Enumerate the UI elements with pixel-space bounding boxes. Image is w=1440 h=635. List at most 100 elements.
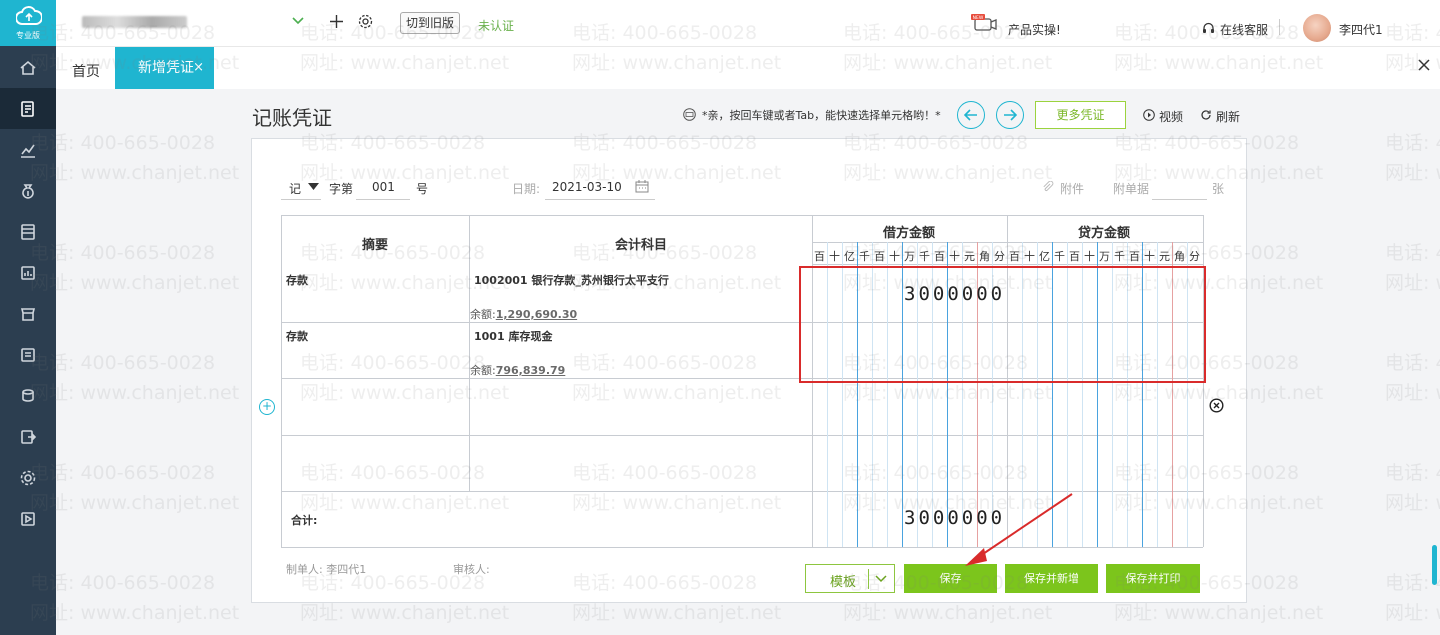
col-debit-header: 借方金额 xyxy=(883,226,936,241)
unit-label: 十 xyxy=(949,250,960,263)
home-icon[interactable] xyxy=(0,47,56,88)
caret-down-icon[interactable] xyxy=(308,183,319,190)
unit-label: 百 xyxy=(1129,250,1140,263)
attached-count-input[interactable] xyxy=(1152,199,1207,200)
template-dropdown[interactable]: 模板 xyxy=(805,564,895,593)
settings-icon[interactable] xyxy=(0,457,56,498)
underline xyxy=(356,199,410,200)
reviewer-label: 审核人: xyxy=(453,563,490,576)
unit-label: 亿 xyxy=(1039,250,1050,263)
voucher-word-select[interactable]: 记 xyxy=(289,180,301,197)
save-and-print-button[interactable]: 保存并打印 xyxy=(1106,564,1200,593)
hao-label: 号 xyxy=(416,182,429,196)
tab-new-voucher[interactable]: 新增凭证 × xyxy=(115,47,214,89)
highlight-annotation-box xyxy=(799,266,1206,383)
prev-voucher-button[interactable] xyxy=(957,101,985,129)
divider xyxy=(1279,19,1280,35)
tab-bar: 首页 新增凭证 × xyxy=(56,46,1440,89)
top-bar: 切到旧版 未认证 NEW 产品实操! 在线客服 李四代1 xyxy=(56,0,1440,46)
save-button[interactable]: 保存 xyxy=(904,564,997,593)
unit-label: 元 xyxy=(1159,250,1170,263)
unit-label: 亿 xyxy=(844,250,855,263)
calendar-icon[interactable] xyxy=(635,180,649,193)
gear-icon[interactable] xyxy=(358,14,373,29)
money-bag-icon[interactable] xyxy=(0,170,56,211)
video-library-icon[interactable] xyxy=(0,498,56,539)
unit-label: 百 xyxy=(1069,250,1080,263)
unit-label: 元 xyxy=(964,250,975,263)
summary-cell[interactable]: 存款 xyxy=(286,328,308,344)
total-label: 合计: xyxy=(291,514,318,527)
coins-icon[interactable] xyxy=(0,375,56,416)
unit-label: 千 xyxy=(859,250,870,263)
unit-label: 分 xyxy=(1189,250,1200,263)
unit-label: 千 xyxy=(919,250,930,263)
more-vouchers-button[interactable]: 更多凭证 xyxy=(1035,101,1126,129)
plus-icon[interactable] xyxy=(330,15,343,28)
online-service-link[interactable]: 在线客服 xyxy=(1220,21,1268,38)
switch-old-version-button[interactable]: 切到旧版 xyxy=(400,12,460,34)
divider xyxy=(868,569,869,589)
report-chart-icon[interactable] xyxy=(0,129,56,170)
balance-label: 余额:1,290,690.30 xyxy=(470,308,578,321)
add-row-icon[interactable]: + xyxy=(259,399,275,415)
summary-cell[interactable]: 存款 xyxy=(286,272,308,288)
video-link[interactable]: 视频 xyxy=(1159,108,1183,125)
chevron-down-icon[interactable] xyxy=(292,17,304,25)
next-voucher-button[interactable] xyxy=(996,101,1024,129)
total-debit-amount: 3000000 xyxy=(904,507,1006,529)
tab-home[interactable]: 首页 xyxy=(72,61,100,81)
save-and-new-button[interactable]: 保存并新增 xyxy=(1005,564,1098,593)
product-practice-link[interactable]: 产品实操! xyxy=(1008,21,1061,38)
account-cell[interactable]: 1001 库存现金 xyxy=(474,328,552,344)
close-icon[interactable] xyxy=(1418,59,1430,71)
sidebar: 专业版 xyxy=(0,0,56,635)
unit-label: 万 xyxy=(1099,250,1110,263)
unverified-status[interactable]: 未认证 xyxy=(478,17,514,34)
headset-icon xyxy=(1203,22,1214,33)
template-label: 模板 xyxy=(830,575,857,590)
unit-label: 万 xyxy=(904,250,915,263)
grid-line xyxy=(812,264,1203,265)
tab-label: 新增凭证 xyxy=(138,60,194,76)
keyboard-hint-icon xyxy=(683,108,696,121)
date-input[interactable]: 2021-03-10 xyxy=(552,180,622,194)
user-name[interactable]: 李四代1 xyxy=(1339,21,1383,38)
attached-docs-label: 附单据 xyxy=(1113,182,1150,196)
voucher-icon[interactable] xyxy=(0,88,56,129)
refresh-icon xyxy=(1201,110,1211,120)
unit-label: 百 xyxy=(814,250,825,263)
scrollbar[interactable] xyxy=(1432,545,1437,585)
company-name-blurred[interactable] xyxy=(82,16,187,28)
grid-line xyxy=(812,242,1203,243)
maker-label: 制单人: 李四代1 xyxy=(286,563,367,576)
grid-line xyxy=(281,215,282,547)
underline xyxy=(545,199,655,200)
col-account-header: 会计科目 xyxy=(615,238,668,253)
account-cell[interactable]: 1002001 银行存款_苏州银行太平支行 xyxy=(474,272,669,288)
unit-label: 百 xyxy=(1009,250,1020,263)
arrow-left-icon xyxy=(963,109,977,121)
arrow-right-icon xyxy=(1004,109,1018,121)
ledger-icon[interactable] xyxy=(0,211,56,252)
svg-text:NEW: NEW xyxy=(973,15,984,21)
paperclip-icon[interactable] xyxy=(1042,181,1054,193)
unit-label: 十 xyxy=(889,250,900,263)
chevron-down-icon xyxy=(875,575,887,583)
balance-value: 1,290,690.30 xyxy=(495,308,578,321)
store-icon[interactable] xyxy=(0,293,56,334)
unit-label: 角 xyxy=(1174,250,1185,263)
delete-row-icon[interactable] xyxy=(1209,398,1224,413)
statistics-icon[interactable] xyxy=(0,252,56,293)
export-icon[interactable] xyxy=(0,416,56,457)
attachment-link[interactable]: 附件 xyxy=(1060,180,1084,197)
unit-label: 十 xyxy=(1084,250,1095,263)
close-tab-icon[interactable]: × xyxy=(193,47,204,89)
invoice-icon[interactable] xyxy=(0,334,56,375)
refresh-link[interactable]: 刷新 xyxy=(1216,108,1240,125)
unit-label: 千 xyxy=(1114,250,1125,263)
avatar[interactable] xyxy=(1303,14,1331,42)
voucher-number-input[interactable]: 001 xyxy=(372,180,395,194)
app-logo[interactable]: 专业版 xyxy=(0,0,56,46)
unit-label: 百 xyxy=(934,250,945,263)
